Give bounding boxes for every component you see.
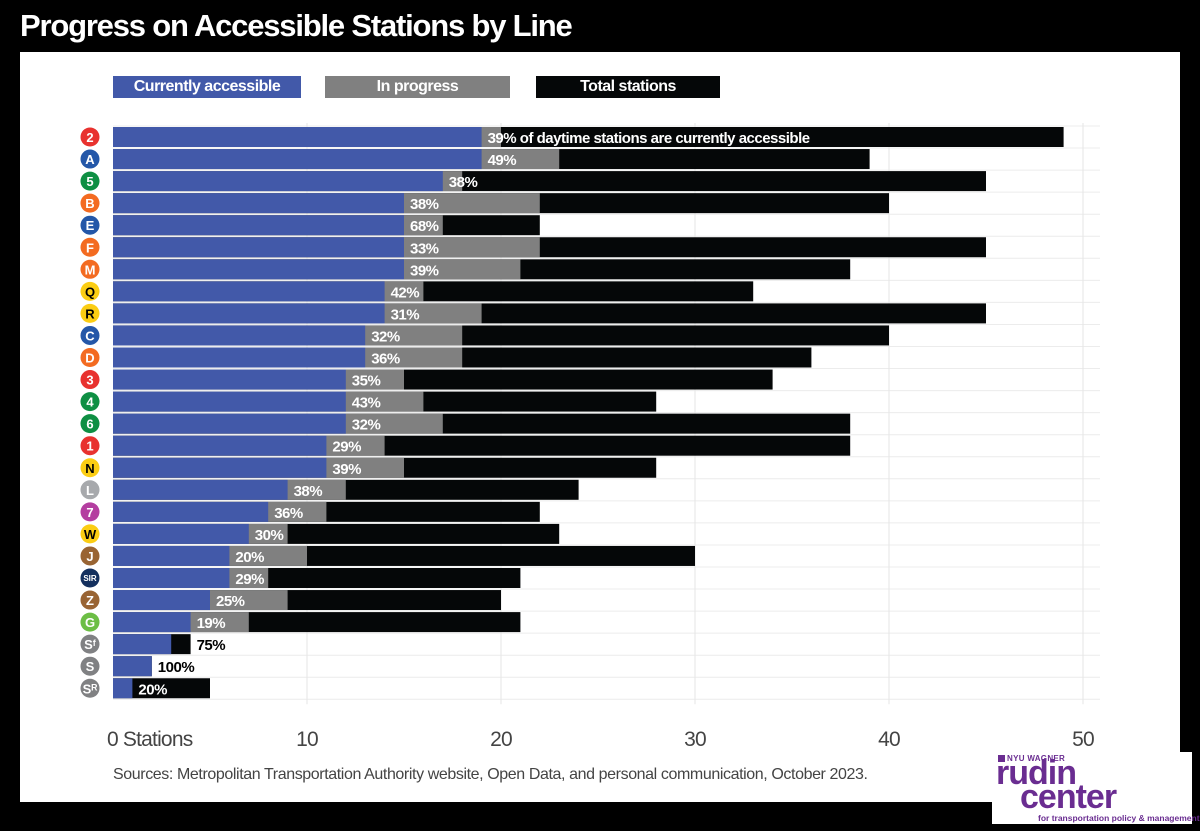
data-label: 39% bbox=[410, 262, 439, 279]
logo-tagline: for transportation policy & management bbox=[1038, 813, 1200, 823]
line-label: 3 bbox=[86, 373, 93, 388]
data-label: 31% bbox=[391, 306, 420, 323]
line-label: B bbox=[85, 196, 94, 211]
bar-currently-accessible bbox=[113, 523, 249, 544]
line-label: J bbox=[86, 549, 93, 564]
source-note: Sources: Metropolitan Transportation Aut… bbox=[113, 766, 868, 783]
data-label: 68% bbox=[410, 218, 439, 235]
data-label: 32% bbox=[352, 417, 381, 434]
data-label: 19% bbox=[197, 615, 226, 632]
bar-currently-accessible bbox=[113, 193, 404, 214]
data-label: 38% bbox=[294, 483, 323, 500]
x-tick-label: 10 bbox=[296, 728, 318, 751]
line-label: F bbox=[86, 240, 94, 255]
bar-currently-accessible bbox=[113, 634, 172, 655]
bar-currently-accessible bbox=[113, 149, 482, 170]
line-label: 2 bbox=[86, 130, 93, 145]
line-label: E bbox=[86, 218, 95, 233]
line-label: S bbox=[86, 659, 95, 674]
line-label: M bbox=[85, 262, 96, 277]
line-label: A bbox=[85, 152, 95, 167]
data-label: 36% bbox=[274, 505, 303, 522]
line-label: W bbox=[84, 527, 97, 542]
line-label: Sᶠ bbox=[84, 637, 96, 652]
bar-currently-accessible bbox=[113, 347, 366, 368]
bar-currently-accessible bbox=[113, 545, 230, 566]
line-label: G bbox=[85, 615, 95, 630]
bar-currently-accessible bbox=[113, 369, 346, 390]
bar-currently-accessible bbox=[113, 237, 404, 258]
bar-currently-accessible bbox=[113, 479, 288, 500]
data-label: 33% bbox=[410, 240, 439, 257]
bar-currently-accessible bbox=[113, 215, 404, 236]
data-label: 25% bbox=[216, 593, 245, 610]
bar-currently-accessible bbox=[113, 391, 346, 412]
bar-currently-accessible bbox=[113, 678, 133, 699]
bar-currently-accessible bbox=[113, 656, 152, 677]
data-label: 100% bbox=[158, 659, 195, 676]
data-label: 30% bbox=[255, 527, 284, 544]
data-label: 42% bbox=[391, 284, 420, 301]
x-tick-label: 20 bbox=[490, 728, 512, 751]
bar-chart: 39% of daytime stations are currently ac… bbox=[80, 123, 1100, 751]
bar-currently-accessible bbox=[113, 281, 385, 302]
line-label: Sᴿ bbox=[83, 681, 98, 696]
x-tick-label: 0 Stations bbox=[107, 728, 193, 751]
data-label: 39% of daytime stations are currently ac… bbox=[488, 130, 810, 147]
data-label: 43% bbox=[352, 395, 381, 412]
data-label: 35% bbox=[352, 373, 381, 390]
data-label: 32% bbox=[371, 328, 400, 345]
data-label: 36% bbox=[371, 351, 400, 368]
data-label: 49% bbox=[488, 152, 517, 169]
data-label: 38% bbox=[410, 196, 439, 213]
bar-currently-accessible bbox=[113, 612, 191, 633]
logo-center: center bbox=[1020, 778, 1117, 816]
bar-currently-accessible bbox=[113, 413, 346, 434]
data-label: 39% bbox=[332, 461, 361, 478]
line-label: Z bbox=[86, 593, 94, 608]
line-label: SIR bbox=[83, 574, 97, 583]
line-label: N bbox=[85, 461, 94, 476]
line-label: L bbox=[86, 483, 94, 498]
bar-currently-accessible bbox=[113, 568, 230, 588]
bar-currently-accessible bbox=[113, 171, 443, 192]
line-label: 4 bbox=[86, 395, 94, 410]
data-label: 20% bbox=[138, 681, 167, 698]
line-label: R bbox=[85, 306, 95, 321]
line-label: 1 bbox=[86, 439, 93, 454]
x-tick-label: 40 bbox=[878, 728, 900, 751]
bar-currently-accessible bbox=[113, 303, 385, 324]
line-label: 7 bbox=[86, 505, 93, 520]
bar-currently-accessible bbox=[113, 435, 327, 456]
bar-currently-accessible bbox=[113, 590, 210, 611]
line-label: 5 bbox=[86, 174, 93, 189]
data-label: 38% bbox=[449, 174, 478, 191]
line-label: 6 bbox=[86, 417, 93, 432]
bar-currently-accessible bbox=[113, 325, 366, 346]
bar-currently-accessible bbox=[113, 127, 482, 147]
data-label: 75% bbox=[197, 637, 226, 654]
data-label: 20% bbox=[235, 549, 264, 566]
data-label: 29% bbox=[235, 571, 264, 588]
x-tick-label: 30 bbox=[684, 728, 706, 751]
line-label: D bbox=[85, 351, 94, 366]
data-label: 29% bbox=[332, 439, 361, 456]
line-label: C bbox=[85, 328, 95, 343]
line-label: Q bbox=[85, 284, 95, 299]
bar-currently-accessible bbox=[113, 457, 327, 478]
x-tick-label: 50 bbox=[1072, 728, 1094, 751]
rudin-center-logo: NYU WAGNER rudin center for transportati… bbox=[992, 752, 1200, 824]
bar-currently-accessible bbox=[113, 501, 269, 522]
bar-currently-accessible bbox=[113, 259, 404, 280]
